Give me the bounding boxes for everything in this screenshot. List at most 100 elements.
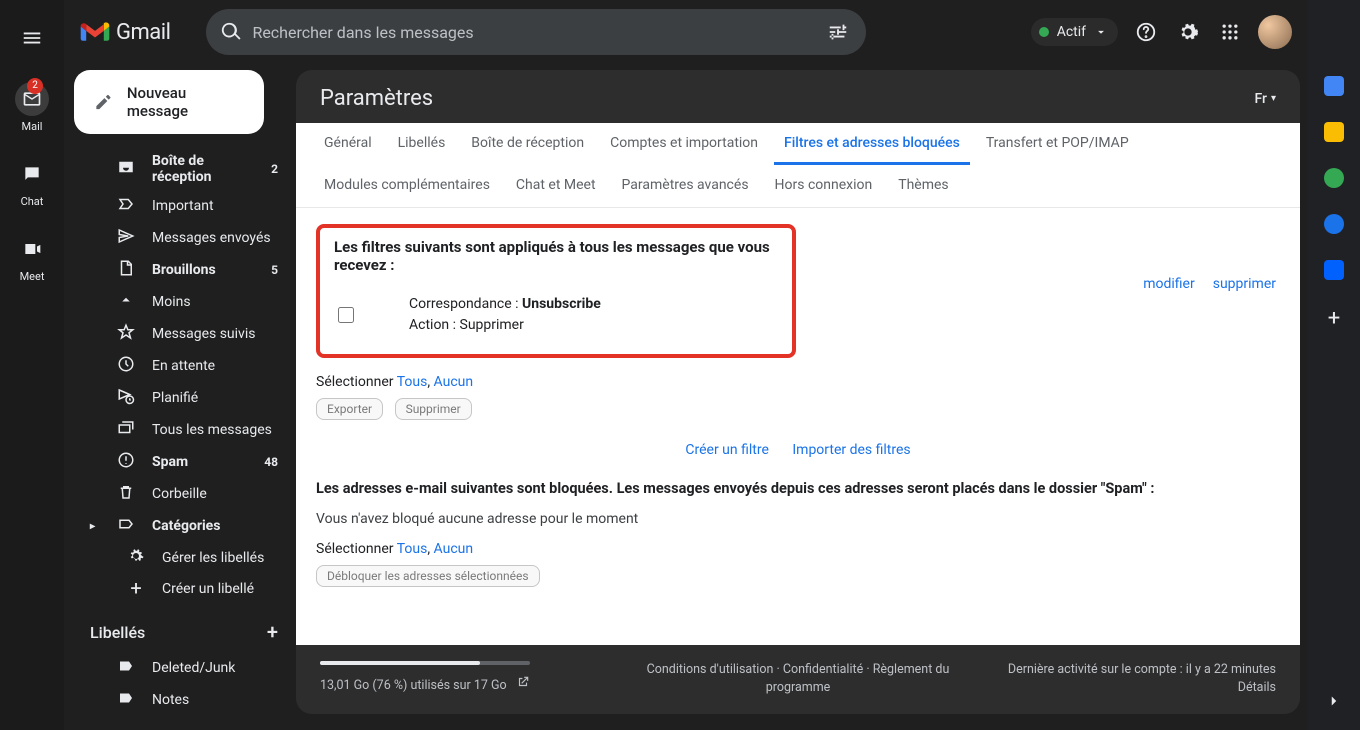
sidebar-item-settings[interactable]: Gérer les libellés bbox=[74, 542, 290, 574]
filter-select-checkbox[interactable] bbox=[338, 307, 354, 323]
chat-icon bbox=[22, 164, 42, 184]
settings-tab[interactable]: Boîte de réception bbox=[461, 123, 594, 165]
settings-tab[interactable]: Filtres et adresses bloquées bbox=[774, 123, 970, 165]
label-important-icon bbox=[116, 195, 136, 217]
select-all-link[interactable]: Tous bbox=[397, 374, 428, 390]
settings-button[interactable] bbox=[1174, 18, 1202, 46]
delete-filter-link[interactable]: supprimer bbox=[1213, 276, 1276, 292]
rail-meet[interactable]: Meet bbox=[15, 232, 49, 283]
add-label-button[interactable]: + bbox=[267, 620, 278, 644]
footer-activity: Dernière activité sur le compte : il y a… bbox=[957, 661, 1276, 680]
sidebar-item-count: 5 bbox=[271, 263, 278, 277]
sidebar-item-star[interactable]: Messages suivis bbox=[74, 318, 290, 350]
delete-selected-button[interactable]: Supprimer bbox=[395, 398, 472, 420]
sidebar: Nouveau message Boîte de réception 2 Impor… bbox=[64, 64, 296, 730]
left-rail: 2 Mail Chat Meet bbox=[0, 0, 64, 730]
inbox-icon bbox=[116, 158, 136, 180]
content-footer: 13,01 Go (76 %) utilisés sur 17 Go Condi… bbox=[296, 645, 1300, 715]
collapse-rail-icon[interactable] bbox=[1325, 692, 1343, 710]
filters-applied-heading: Les filtres suivants sont appliqués à to… bbox=[334, 238, 778, 274]
settings-tab[interactable]: Hors connexion bbox=[765, 165, 883, 207]
edit-filter-link[interactable]: modifier bbox=[1143, 276, 1195, 292]
settings-tab[interactable]: Libellés bbox=[388, 123, 456, 165]
categories-icon bbox=[116, 515, 136, 537]
sidebar-item-label: Messages envoyés bbox=[152, 230, 271, 246]
locale-selector[interactable]: Fr ▾ bbox=[1254, 91, 1276, 107]
sidebar-item-label-important[interactable]: Important bbox=[74, 190, 290, 222]
main-menu-button[interactable] bbox=[12, 18, 52, 58]
settings-tab[interactable]: Thèmes bbox=[888, 165, 958, 207]
sidebar-item-label: Messages suivis bbox=[152, 326, 255, 342]
select-label: Sélectionner bbox=[316, 374, 397, 390]
sidebar-item-delete[interactable]: Corbeille bbox=[74, 478, 290, 510]
unblock-selected-button[interactable]: Débloquer les adresses sélectionnées bbox=[316, 565, 540, 587]
export-button[interactable]: Exporter bbox=[316, 398, 383, 420]
import-filters-link[interactable]: Importer des filtres bbox=[792, 442, 910, 458]
star-icon bbox=[116, 323, 136, 345]
search-options-button[interactable] bbox=[818, 12, 858, 52]
sidebar-item-send[interactable]: Messages envoyés bbox=[74, 222, 290, 254]
sidebar-item-inbox[interactable]: Boîte de réception 2 bbox=[74, 148, 290, 190]
status-label: Actif bbox=[1057, 24, 1086, 40]
status-selector[interactable]: Actif bbox=[1031, 18, 1118, 46]
footer-terms[interactable]: Conditions d'utilisation bbox=[647, 662, 774, 677]
storage-text: 13,01 Go (76 %) utilisés sur 17 Go bbox=[320, 678, 507, 693]
select-none-link-2[interactable]: Aucun bbox=[434, 541, 474, 557]
storage-bar[interactable] bbox=[320, 661, 530, 665]
footer-privacy[interactable]: Confidentialité bbox=[783, 662, 863, 677]
sidebar-item-label: Important bbox=[152, 198, 214, 214]
open-in-new-icon[interactable] bbox=[516, 675, 530, 689]
sidebar-item-categories[interactable]: ▸Catégories bbox=[74, 510, 290, 542]
sidebar-item-all-mail[interactable]: Tous les messages bbox=[74, 414, 290, 446]
sidebar-item-expand-less[interactable]: Moins bbox=[74, 286, 290, 318]
label-item[interactable]: Notes bbox=[74, 684, 290, 716]
pencil-icon bbox=[94, 92, 113, 112]
gmail-logo-icon bbox=[80, 21, 110, 43]
sidebar-item-count: 2 bbox=[271, 162, 278, 176]
select-all-link-2[interactable]: Tous bbox=[397, 541, 428, 557]
tasks-app-icon[interactable] bbox=[1324, 168, 1344, 188]
label-item[interactable]: Deleted/Junk bbox=[74, 652, 290, 684]
status-dot-icon bbox=[1039, 27, 1049, 37]
contacts-app-icon[interactable] bbox=[1324, 214, 1344, 234]
label-icon bbox=[116, 689, 136, 711]
get-addons-button[interactable]: + bbox=[1328, 306, 1340, 331]
schedule-send-icon bbox=[116, 387, 136, 409]
sidebar-item-add[interactable]: +Créer un libellé bbox=[74, 574, 290, 604]
settings-tab[interactable]: Général bbox=[314, 123, 382, 165]
search-bar[interactable]: Rechercher dans les messages bbox=[206, 9, 866, 55]
apps-grid-icon bbox=[1220, 22, 1240, 42]
help-button[interactable] bbox=[1132, 18, 1160, 46]
gmail-logo[interactable]: Gmail bbox=[80, 20, 170, 45]
compose-button[interactable]: Nouveau message bbox=[74, 70, 264, 134]
sidebar-item-spam[interactable]: Spam48 bbox=[74, 446, 290, 478]
filter-highlight-callout: Les filtres suivants sont appliqués à to… bbox=[316, 224, 796, 358]
sidebar-item-label: Boîte de réception bbox=[152, 153, 255, 185]
blocked-addresses-heading: Les adresses e-mail suivantes sont bloqu… bbox=[316, 480, 1280, 497]
footer-details-link[interactable]: Détails bbox=[1238, 680, 1276, 695]
send-icon bbox=[116, 227, 136, 249]
match-prefix: Correspondance : bbox=[409, 296, 522, 312]
sidebar-item-count: 48 bbox=[264, 455, 278, 469]
dropbox-app-icon[interactable] bbox=[1324, 260, 1344, 280]
create-filter-link[interactable]: Créer un filtre bbox=[685, 442, 769, 458]
settings-tab[interactable]: Comptes et importation bbox=[600, 123, 768, 165]
settings-tab[interactable]: Chat et Meet bbox=[506, 165, 606, 207]
help-icon bbox=[1135, 21, 1157, 43]
search-placeholder: Rechercher dans les messages bbox=[242, 23, 818, 42]
rail-chat[interactable]: Chat bbox=[15, 157, 49, 208]
sidebar-item-draft[interactable]: Brouillons 5 bbox=[74, 254, 290, 286]
rail-mail[interactable]: 2 Mail bbox=[15, 82, 49, 133]
sidebar-item-schedule-send[interactable]: Planifié bbox=[74, 382, 290, 414]
select-none-link[interactable]: Aucun bbox=[434, 374, 474, 390]
settings-tab[interactable]: Transfert et POP/IMAP bbox=[976, 123, 1139, 165]
settings-tab[interactable]: Paramètres avancés bbox=[612, 165, 759, 207]
sidebar-item-label: Brouillons bbox=[152, 262, 216, 278]
action-value: Supprimer bbox=[460, 317, 524, 333]
calendar-app-icon[interactable] bbox=[1324, 76, 1344, 96]
keep-app-icon[interactable] bbox=[1324, 122, 1344, 142]
settings-tab[interactable]: Modules complémentaires bbox=[314, 165, 500, 207]
sidebar-item-schedule[interactable]: En attente bbox=[74, 350, 290, 382]
apps-button[interactable] bbox=[1216, 18, 1244, 46]
account-avatar[interactable] bbox=[1258, 15, 1292, 49]
